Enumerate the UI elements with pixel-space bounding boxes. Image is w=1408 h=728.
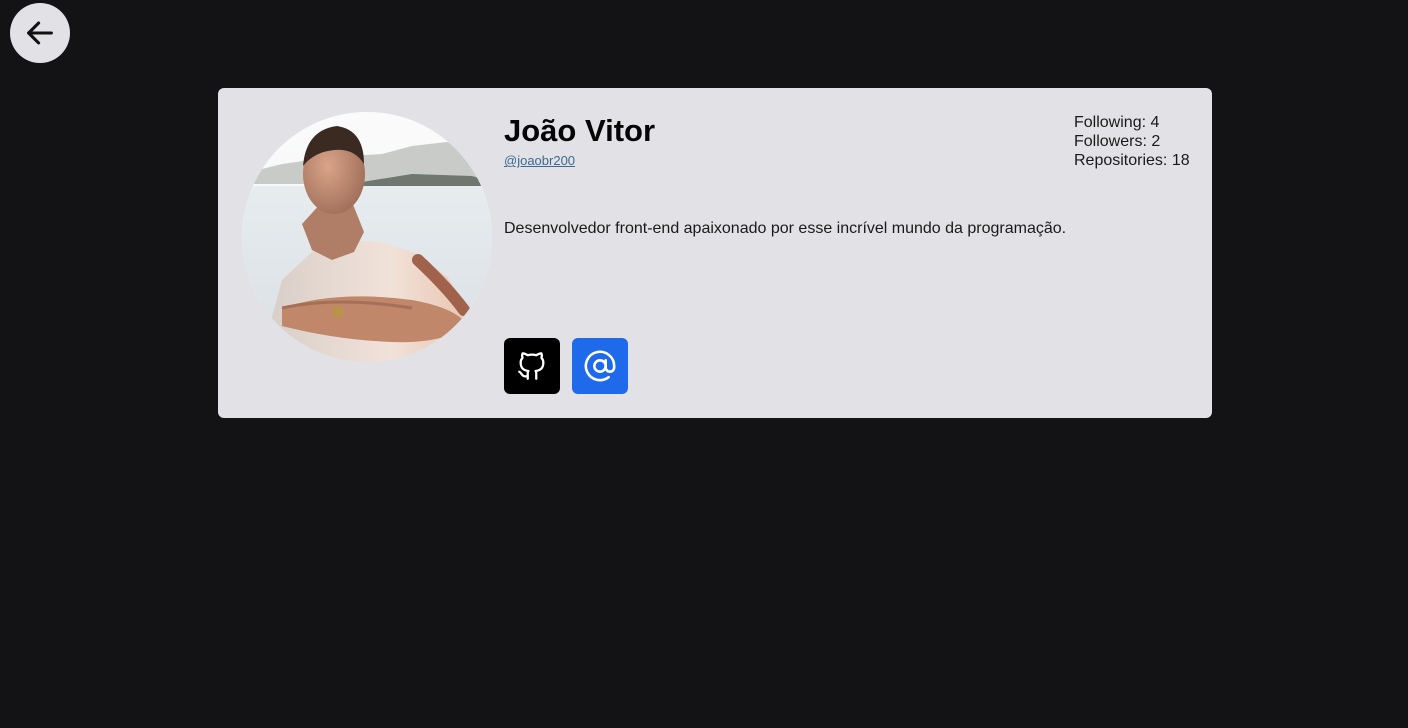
at-sign-icon [583,349,617,383]
profile-name: João Vitor [504,113,656,148]
arrow-left-icon [23,16,57,50]
back-button[interactable] [10,3,70,63]
profile-card: João Vitor @joaobr200 Following: 4 Follo… [218,88,1212,418]
avatar [242,112,492,362]
stat-following: Following: 4 [1074,114,1160,131]
github-icon [515,349,549,383]
profile-stats: Following: 4 Followers: 2 Repositories: … [1074,113,1190,170]
email-button[interactable] [572,338,628,394]
profile-handle-link[interactable]: @joaobr200 [504,153,575,169]
profile-bio: Desenvolvedor front-end apaixonado por e… [504,220,1067,237]
stat-followers: Followers: 2 [1074,133,1161,150]
stat-repositories: Repositories: 18 [1074,152,1190,169]
github-button[interactable] [504,338,560,394]
